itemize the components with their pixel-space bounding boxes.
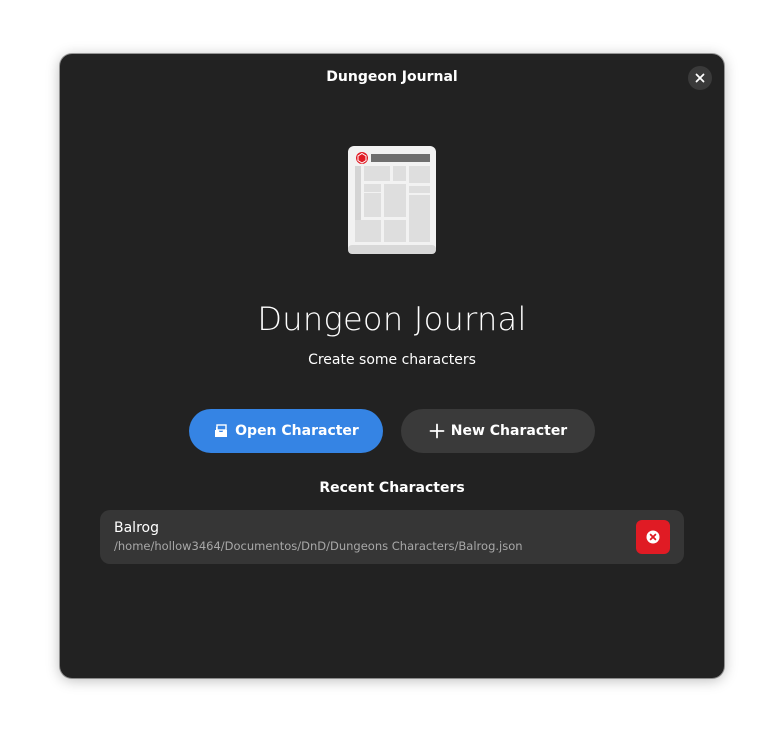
open-character-button[interactable]: Open Character xyxy=(189,409,383,453)
open-character-label: Open Character xyxy=(235,423,359,439)
recent-character-path: /home/hollow3464/Documentos/DnD/Dungeons… xyxy=(114,539,523,553)
recent-character-row[interactable]: Balrog /home/hollow3464/Documentos/DnD/D… xyxy=(100,510,684,564)
header-bar: Dungeon Journal xyxy=(60,54,724,102)
remove-icon xyxy=(646,530,660,544)
recent-character-name: Balrog xyxy=(114,520,159,536)
plus-icon xyxy=(429,423,445,439)
recent-characters-heading: Recent Characters xyxy=(319,480,465,496)
document-open-icon xyxy=(213,423,229,439)
app-name-heading: Dungeon Journal xyxy=(257,300,527,338)
app-subtitle: Create some characters xyxy=(308,352,476,368)
new-character-label: New Character xyxy=(450,423,568,439)
close-icon xyxy=(695,73,705,83)
remove-recent-button[interactable] xyxy=(636,520,670,554)
app-window: Dungeon Journal Dungeon Journal Create s… xyxy=(60,54,724,678)
new-character-button[interactable]: New Character xyxy=(401,409,595,453)
character-sheet-icon xyxy=(347,145,437,255)
close-button[interactable] xyxy=(688,66,712,90)
window-title: Dungeon Journal xyxy=(326,69,458,85)
